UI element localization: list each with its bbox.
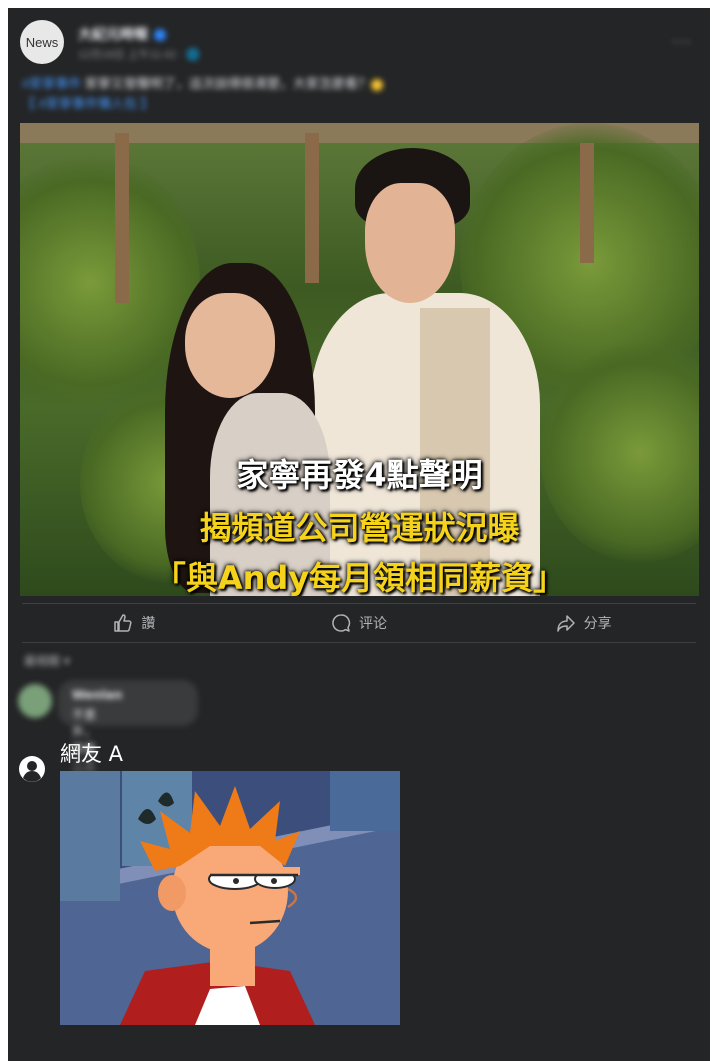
photo-tree-trunk xyxy=(115,133,129,303)
headline-line-2: 揭頻道公司營運狀況曝 xyxy=(199,509,520,547)
user-avatar-icon[interactable] xyxy=(18,755,46,783)
photo-tree-trunk xyxy=(580,143,594,263)
post-timestamp[interactable]: 12月18日 上午11:42 · 🌐 xyxy=(78,46,200,62)
action-bar: 讚 评论 分享 xyxy=(22,606,696,640)
fry-meme-illustration xyxy=(60,771,400,1025)
post-frame: News 大紀元時報 12月18日 上午11:42 · 🌐 ··· #家寧事件 … xyxy=(8,8,710,1061)
comment-bubble-icon xyxy=(332,614,351,632)
page-avatar-label: News xyxy=(25,34,59,50)
divider xyxy=(22,642,696,643)
comment-label: 评论 xyxy=(359,616,387,632)
like-label: 讚 xyxy=(141,616,156,632)
caption-text: 家寧又發聲明了，這次說得很清楚，大家怎麼看？ xyxy=(81,76,371,91)
more-options-icon[interactable]: ··· xyxy=(672,32,692,53)
headline-line-3: 「與Andy每月領相同薪資」 xyxy=(153,559,566,596)
comment-author[interactable]: 網友 A xyxy=(60,738,123,768)
photo-man-face xyxy=(365,183,455,303)
comment-sort-dropdown[interactable]: 最相關 ▾ xyxy=(24,652,70,669)
headline-line-1: 家寧再發4點聲明 xyxy=(236,456,483,494)
share-arrow-icon xyxy=(556,615,575,632)
like-button[interactable]: 讚 xyxy=(22,606,247,640)
caption-hashtag[interactable]: #家寧事件 xyxy=(22,76,81,91)
photo-tree-trunk xyxy=(305,133,319,283)
verified-badge-icon xyxy=(154,29,166,42)
divider xyxy=(22,603,696,604)
post-photo[interactable]: 家寧再發4點聲明 揭頻道公司營運狀況曝 「與Andy每月領相同薪資」 xyxy=(20,123,699,596)
page-name[interactable]: 大紀元時報 xyxy=(78,24,166,44)
avatar[interactable] xyxy=(18,684,52,718)
emoji-icon xyxy=(370,78,383,91)
post-caption: #家寧事件 家寧又發聲明了，這次說得很清楚，大家怎麼看？ 【 #家寧事件懶人包 … xyxy=(22,74,682,114)
share-label: 分享 xyxy=(583,616,612,632)
share-button[interactable]: 分享 xyxy=(471,606,696,640)
comment-author[interactable]: Wenlan xyxy=(72,688,122,702)
page-name-text[interactable]: 大紀元時報 xyxy=(78,26,148,42)
photo-woman-face xyxy=(185,293,275,398)
thumbs-up-icon xyxy=(114,614,132,632)
caption-link[interactable]: 【 #家寧事件懶人包 】 xyxy=(22,96,153,111)
comment-button[interactable]: 评论 xyxy=(247,606,472,640)
page-avatar[interactable]: News xyxy=(20,20,64,64)
meme-image[interactable] xyxy=(60,771,400,1025)
